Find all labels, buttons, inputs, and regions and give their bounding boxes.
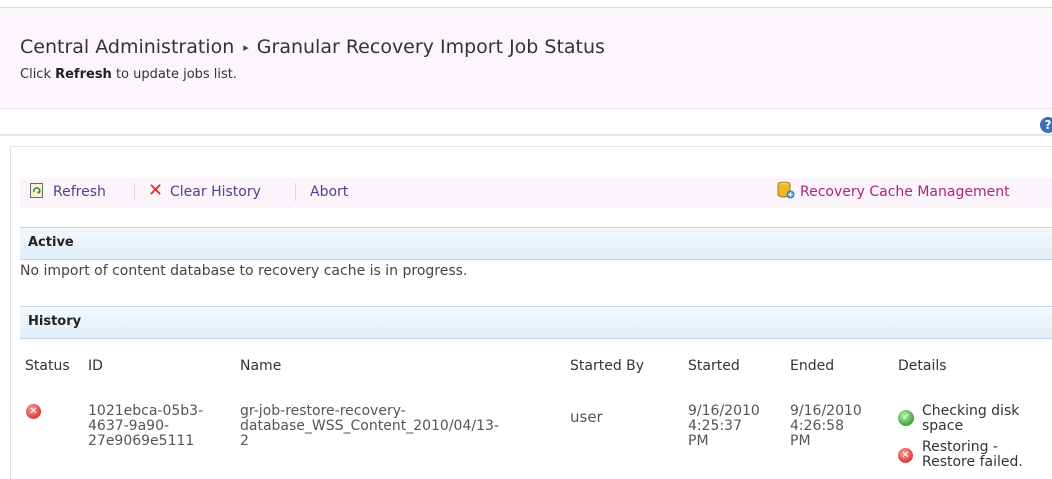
toolbar-separator [295,183,296,201]
started-line: 9/16/2010 [688,403,760,419]
job-name-line: database_WSS_Content_2010/04/13- [240,418,499,434]
column-header-ended: Ended [790,358,835,374]
job-name-line: gr-job-restore-recovery- [240,403,406,419]
toolbar-separator [134,183,135,201]
column-header-status: Status [25,358,70,374]
page-header [0,8,1052,109]
abort-button[interactable]: Abort [310,184,348,200]
refresh-icon[interactable] [30,183,44,198]
column-header-name: Name [240,358,282,374]
page-title: Granular Recovery Import Job Status [256,36,605,58]
content-divider [0,134,1052,136]
detail-line: Restoring - [922,439,998,455]
column-header-id: ID [88,358,103,374]
help-strip [0,109,1052,134]
active-empty-message: No import of content database to recover… [20,263,468,279]
subtitle-refresh-keyword: Refresh [55,67,112,82]
active-section-title: Active [28,235,74,250]
detail-line: Checking disk [922,403,1020,419]
job-id-line: 4637-9a90- [88,418,170,434]
active-section-header: Active [20,227,1052,260]
ended-line: 4:26:58 [790,418,844,434]
history-section-header: History [20,306,1052,339]
column-header-details: Details [898,358,947,374]
job-name-cell: gr-job-restore-recovery- database_WSS_Co… [240,404,499,449]
started-cell: 9/16/2010 4:25:37 PM [688,404,760,449]
subtitle-suffix: to update jobs list. [111,67,238,82]
job-id-line: 1021ebca-05b3- [88,403,204,419]
detail-line: Restore failed. [922,454,1023,470]
breadcrumb-separator-icon: ▸ [243,41,249,54]
detail-step-restoring: Restoring - Restore failed. [922,440,1023,470]
started-line: PM [688,433,709,449]
ended-line: 9/16/2010 [790,403,862,419]
error-status-icon: ✕ [898,448,913,463]
refresh-button[interactable]: Refresh [53,184,106,200]
recovery-cache-management-link[interactable]: Recovery Cache Management [800,184,1010,200]
breadcrumb-root-link[interactable]: Central Administration [20,36,234,58]
content-frame-top [10,146,1052,147]
content-frame-left [10,146,11,479]
started-by-cell: user [570,408,603,426]
detail-line: space [922,418,964,434]
subtitle-prefix: Click [20,67,56,82]
job-id-line: 27e9069e5111 [88,433,195,449]
clear-history-button[interactable]: Clear History [170,184,261,200]
recovery-cache-icon[interactable] [777,181,795,199]
job-name-line: 2 [240,433,249,449]
clear-history-icon[interactable]: ✕ [148,180,163,201]
help-icon[interactable]: ? [1040,117,1052,133]
started-line: 4:25:37 [688,418,742,434]
ended-cell: 9/16/2010 4:26:58 PM [790,404,862,449]
job-id-cell: 1021ebca-05b3- 4637-9a90- 27e9069e5111 [88,404,203,449]
page-subtitle: Click Refresh to update jobs list. [20,67,237,82]
history-section-title: History [28,314,82,329]
detail-step-checking: Checking disk space [922,404,1019,434]
error-status-icon: ✕ [26,404,41,419]
breadcrumb: Central Administration ▸ Granular Recovery… [20,36,605,58]
column-header-started: Started [688,358,740,374]
ended-line: PM [790,433,811,449]
column-header-started-by: Started By [570,358,645,374]
success-check-icon: ✓ [898,410,914,426]
